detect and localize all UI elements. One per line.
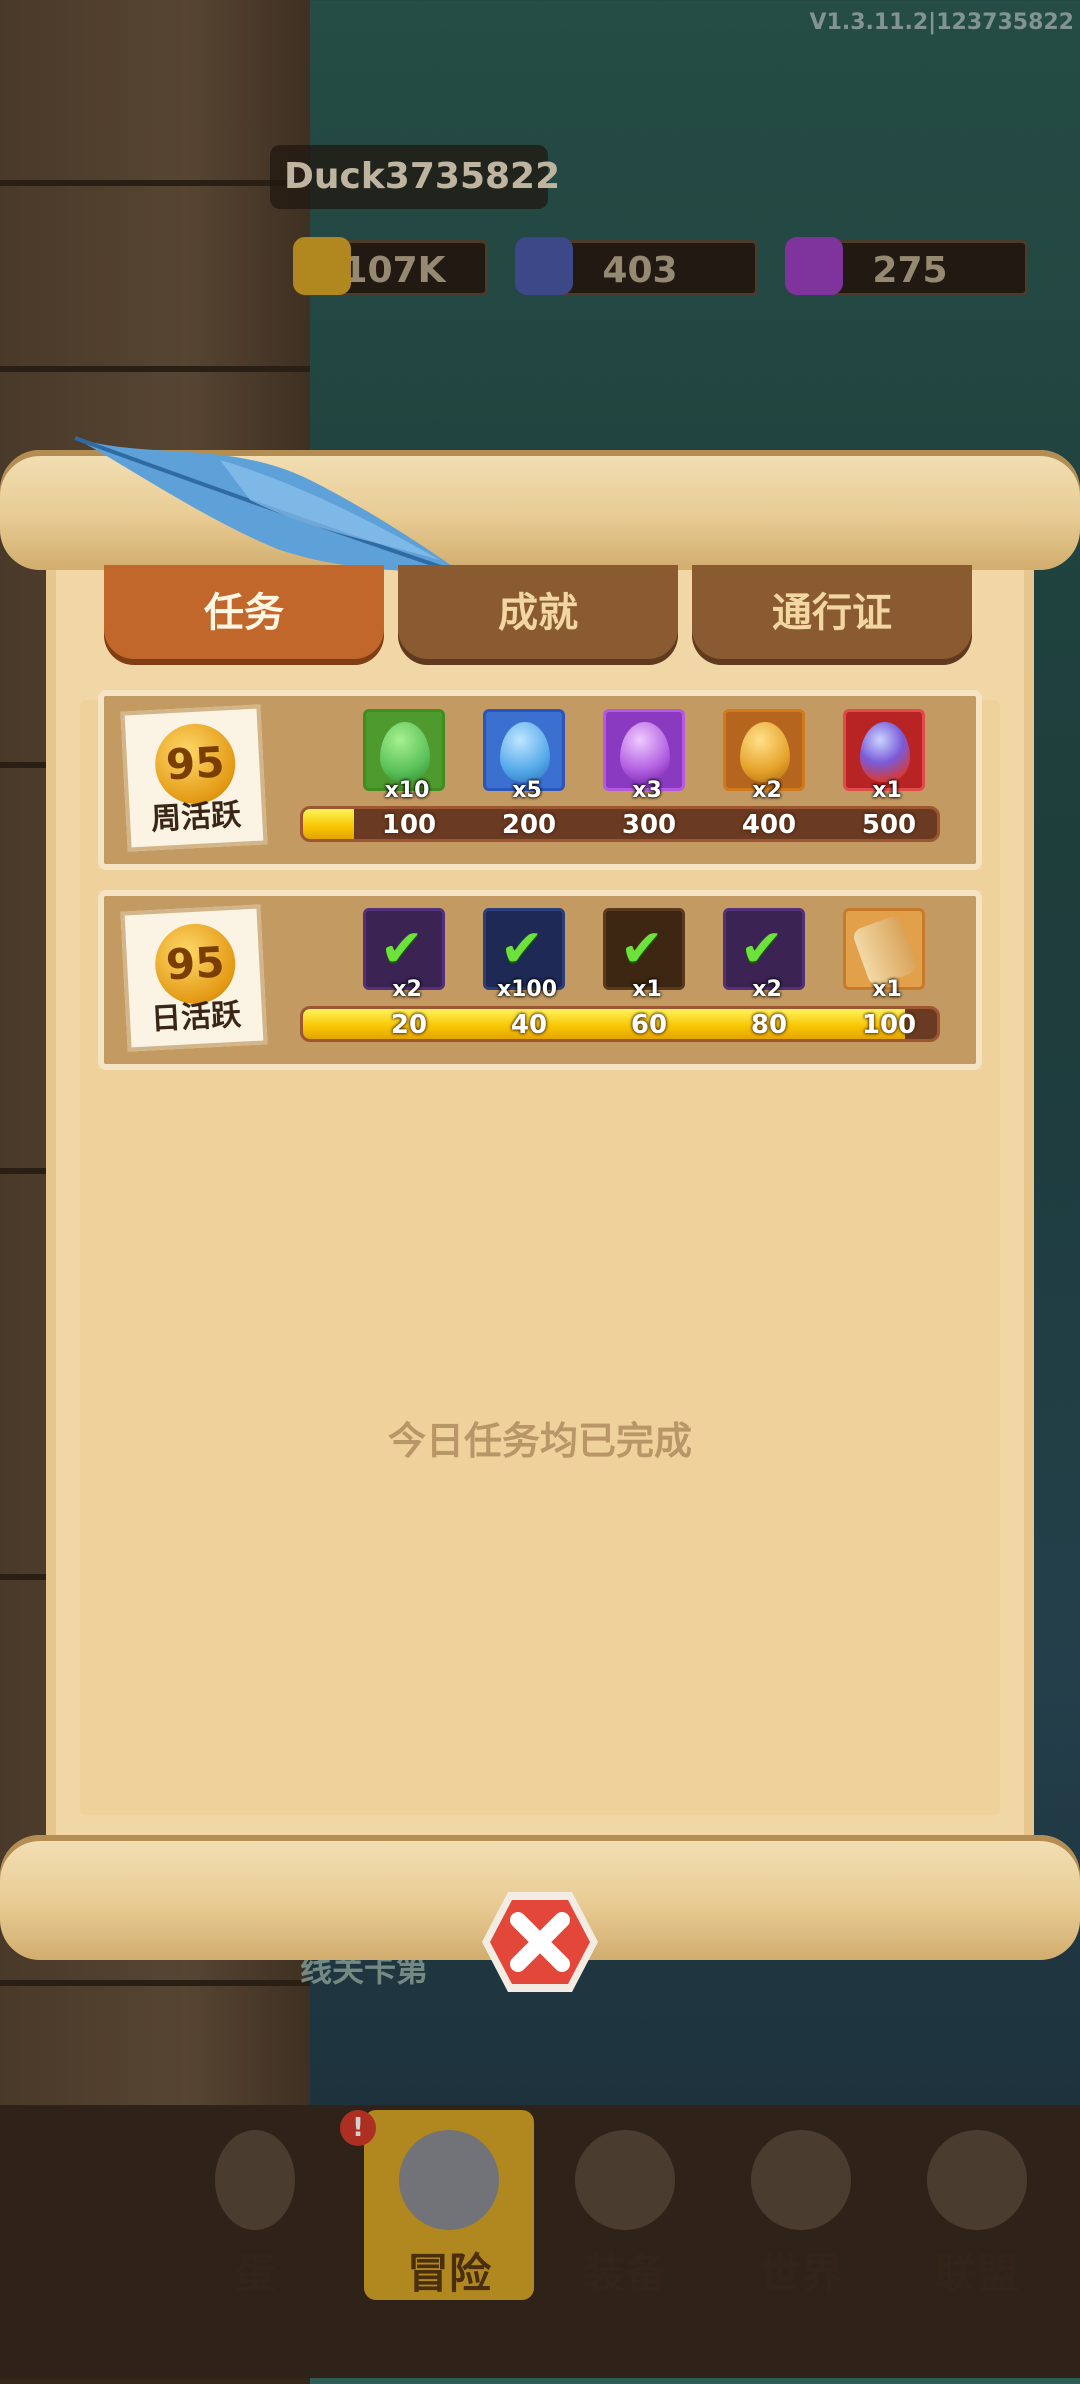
reward-count: x5 [512,778,542,803]
claimed-check-icon: ✔ [620,919,664,979]
close-button[interactable] [478,1888,602,1996]
daily-reward-5[interactable]: x1 [843,908,925,1002]
tab-tasks[interactable]: 任务 [104,565,384,665]
claimed-check-icon: ✔ [740,919,784,979]
daily-progress-bar: 20 40 60 80 100 [300,1006,940,1042]
gold-egg-icon [740,722,790,782]
tab-label: 任务 [204,590,284,636]
reward-count: x1 [632,977,662,1002]
weekly-threshold: 400 [741,810,797,840]
reward-count: x1 [872,778,902,803]
green-egg-icon [380,722,430,782]
blue-egg-icon [500,722,550,782]
daily-threshold: 80 [750,1010,788,1040]
daily-reward-2[interactable]: ✔ x100 [483,908,565,1002]
reward-count: x2 [752,977,782,1002]
weekly-progress-fill [303,809,354,839]
weekly-threshold: 100 [381,810,437,840]
daily-threshold: 60 [630,1010,668,1040]
tab-label: 成就 [498,590,578,636]
weekly-threshold: 300 [621,810,677,840]
claimed-check-icon: ✔ [500,919,544,979]
tab-pass[interactable]: 通行证 [692,565,972,665]
weekly-label: 周活跃 [150,797,242,838]
daily-reward-4[interactable]: ✔ x2 [723,908,805,1002]
claimed-check-icon: ✔ [380,919,424,979]
red-egg-icon [860,722,910,782]
daily-reward-3[interactable]: ✔ x1 [603,908,685,1002]
weekly-reward-1[interactable]: x10 [363,709,445,803]
reward-count: x1 [872,977,902,1002]
tab-achievements[interactable]: 成就 [398,565,678,665]
purple-egg-icon [620,722,670,782]
daily-threshold: 100 [861,1010,917,1040]
reward-count: x2 [392,977,422,1002]
weekly-threshold: 200 [501,810,557,840]
daily-activity-badge: 95 日活跃 [120,904,268,1052]
weekly-reward-4[interactable]: x2 [723,709,805,803]
tab-label: 通行证 [772,590,892,636]
weekly-reward-3[interactable]: x3 [603,709,685,803]
daily-label: 日活跃 [150,997,242,1038]
empty-tasks-message: 今日任务均已完成 [387,1419,692,1463]
daily-threshold: 20 [390,1010,428,1040]
weekly-threshold: 500 [861,810,917,840]
daily-reward-1[interactable]: ✔ x2 [363,908,445,1002]
reward-count: x3 [632,778,662,803]
reward-count: x10 [384,778,430,803]
daily-threshold: 40 [510,1010,548,1040]
reward-count: x100 [496,977,558,1002]
weekly-reward-2[interactable]: x5 [483,709,565,803]
reward-count: x2 [752,778,782,803]
weekly-activity-badge: 95 周活跃 [120,704,268,852]
weekly-progress-bar: 100 200 300 400 500 [300,806,940,842]
weekly-reward-5[interactable]: x1 [843,709,925,803]
